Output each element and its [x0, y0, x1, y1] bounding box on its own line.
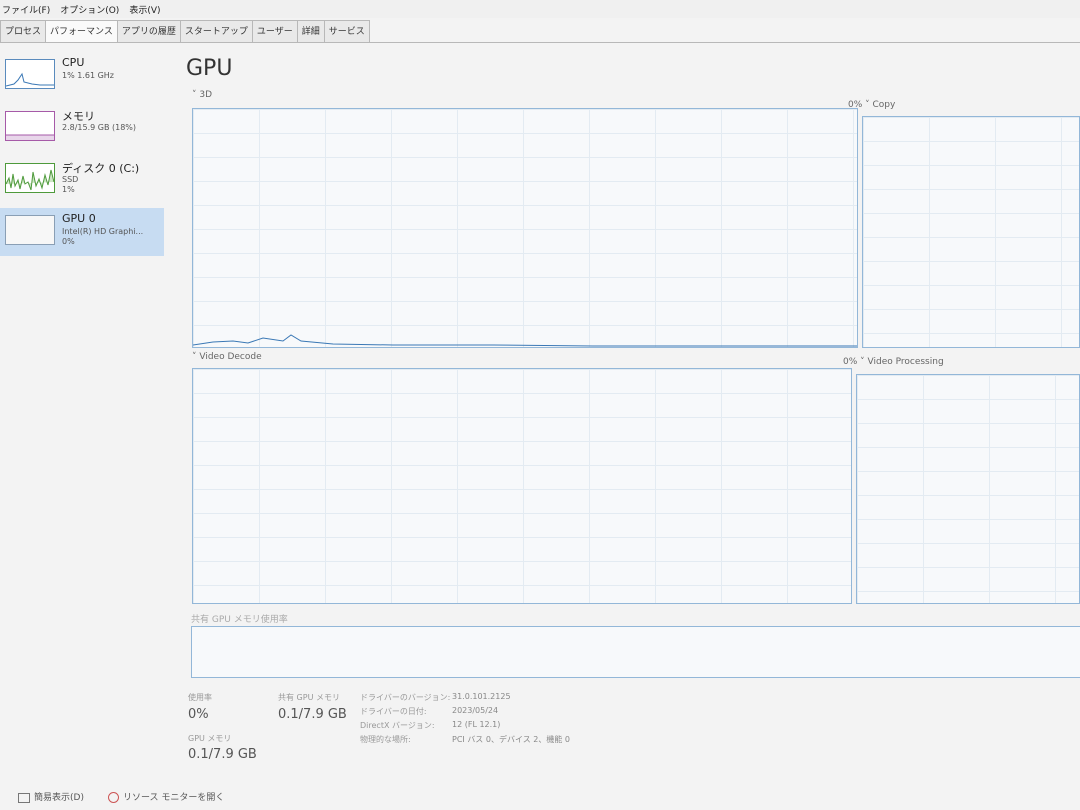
- engine-3d-label: 3D: [199, 90, 213, 100]
- engine-processing-pct: 0%: [843, 357, 858, 367]
- graph-label-3d[interactable]: ˅ 3D: [192, 90, 212, 100]
- graph-video-decode: [192, 368, 852, 604]
- info-key: 物理的な場所:: [360, 735, 411, 744]
- graph-3d: [192, 108, 858, 348]
- graph-label-decode[interactable]: ˅ Video Decode: [192, 352, 262, 362]
- menu-bar: ファイル(F) オプション(O) 表示(V): [0, 0, 1080, 18]
- tab-startup[interactable]: スタートアップ: [179, 20, 253, 42]
- sidebar-item-detail-2: 0%: [62, 237, 75, 246]
- gpu-memory-label: GPU メモリ: [188, 734, 232, 743]
- info-key: ドライバーのバージョン:: [360, 693, 451, 702]
- sidebar-item-detail: 1% 1.61 GHz: [62, 71, 115, 80]
- disk-thumbnail-graph: [5, 163, 55, 193]
- sidebar-item-cpu[interactable]: CPU 1% 1.61 GHz: [0, 52, 164, 100]
- info-key: ドライバーの日付:: [360, 707, 427, 716]
- tab-divider: [0, 42, 1080, 43]
- footer: 簡易表示(D) リソース モニターを開く: [18, 790, 224, 803]
- info-value: 31.0.101.2125: [452, 692, 511, 701]
- tab-services[interactable]: サービス: [323, 20, 370, 42]
- chevron-up-icon: [18, 792, 30, 803]
- info-value: 12 (FL 12.1): [452, 720, 501, 729]
- utilization-label: 使用率: [188, 693, 212, 702]
- graph-label-processing[interactable]: 0% ˅ Video Processing: [843, 357, 944, 367]
- sidebar-item-label: CPU: [62, 56, 85, 69]
- sidebar-item-label: ディスク 0 (C:): [62, 162, 140, 175]
- utilization-value: 0%: [188, 707, 209, 722]
- sidebar-item-label: GPU 0: [62, 212, 96, 225]
- brief-view-button[interactable]: 簡易表示(D): [18, 790, 84, 803]
- sidebar-item-detail-2: 1%: [62, 185, 75, 194]
- shared-memory-stat-value: 0.1/7.9 GB: [278, 707, 347, 722]
- sidebar-item-detail: Intel(R) HD Graphi...: [62, 227, 144, 236]
- shared-memory-bar: [191, 626, 1080, 678]
- info-value: PCI バス 0、デバイス 2、機能 0: [452, 735, 570, 744]
- resource-monitor-link[interactable]: リソース モニターを開く: [107, 790, 225, 803]
- engine-decode-label: Video Decode: [199, 352, 262, 362]
- shared-memory-label: 共有 GPU メモリ使用率: [191, 615, 288, 625]
- brief-view-label: 簡易表示(D): [34, 793, 84, 803]
- info-value: 2023/05/24: [452, 706, 499, 715]
- info-key: DirectX バージョン:: [360, 721, 435, 730]
- sidebar: CPU 1% 1.61 GHz メモリ 2.8/15.9 GB (18%) ディ…: [0, 52, 164, 260]
- resource-monitor-label: リソース モニターを開く: [122, 793, 225, 803]
- graph-label-copy[interactable]: 0% ˅ Copy: [848, 100, 895, 110]
- engine-copy-pct: 0%: [848, 100, 863, 110]
- resource-monitor-icon: [107, 792, 119, 803]
- sidebar-item-gpu[interactable]: GPU 0 Intel(R) HD Graphi... 0%: [0, 208, 164, 256]
- graph-3d-line: [193, 334, 857, 347]
- menu-options[interactable]: オプション(O): [60, 3, 119, 16]
- sidebar-item-detail: SSD: [62, 175, 79, 184]
- sidebar-item-memory[interactable]: メモリ 2.8/15.9 GB (18%): [0, 104, 164, 152]
- menu-view[interactable]: 表示(V): [129, 3, 160, 16]
- gpu-memory-value: 0.1/7.9 GB: [188, 747, 257, 762]
- graph-copy: [862, 116, 1080, 348]
- engine-copy-label: Copy: [872, 100, 896, 110]
- sidebar-item-label: メモリ: [62, 110, 95, 123]
- tab-details[interactable]: 詳細: [296, 20, 325, 42]
- cpu-thumbnail-graph: [5, 59, 55, 89]
- tab-performance[interactable]: パフォーマンス: [45, 20, 118, 42]
- shared-memory-stat-label: 共有 GPU メモリ: [278, 693, 340, 702]
- sidebar-item-disk[interactable]: ディスク 0 (C:) SSD 1%: [0, 156, 164, 204]
- memory-thumbnail-graph: [5, 111, 55, 141]
- tab-app-history[interactable]: アプリの履歴: [116, 20, 181, 42]
- engine-processing-label: Video Processing: [867, 357, 944, 367]
- sidebar-item-detail: 2.8/15.9 GB (18%): [62, 123, 137, 132]
- menu-file[interactable]: ファイル(F): [2, 3, 50, 16]
- tab-strip: プロセス パフォーマンス アプリの履歴 スタートアップ ユーザー 詳細 サービス: [0, 20, 370, 42]
- page-title: GPU: [186, 56, 233, 81]
- tab-processes[interactable]: プロセス: [0, 20, 47, 42]
- gpu-thumbnail-graph: [5, 215, 55, 245]
- graph-video-processing: [856, 374, 1080, 604]
- tab-users[interactable]: ユーザー: [251, 20, 298, 42]
